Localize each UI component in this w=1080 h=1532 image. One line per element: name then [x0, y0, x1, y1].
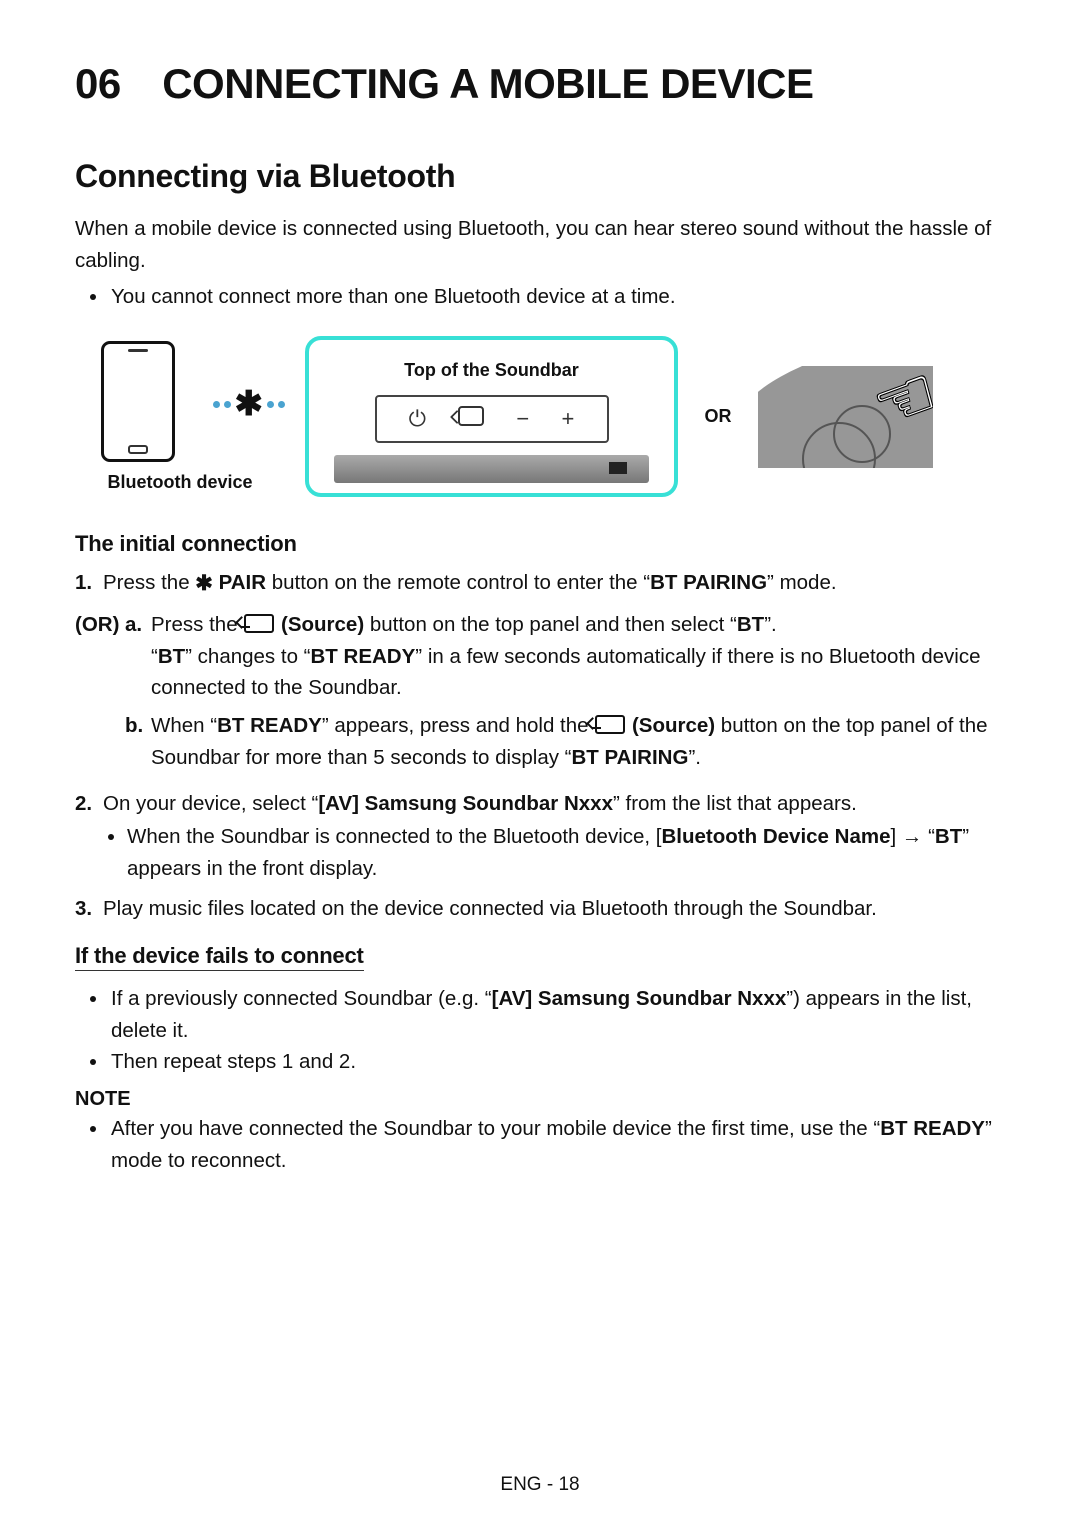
source-icon: [458, 406, 484, 432]
step-text: Press the ✱ PAIR button on the remote co…: [103, 567, 1005, 601]
bluetooth-device-label: Bluetooth device: [75, 472, 285, 493]
section-heading: Connecting via Bluetooth: [75, 158, 1005, 195]
list-letter: a.: [125, 609, 151, 704]
tap-gesture-diagram: ☜: [758, 366, 933, 468]
or-label: OR: [698, 406, 738, 427]
note-bullet: After you have connected the Soundbar to…: [109, 1113, 1005, 1177]
bluetooth-icon: ✱: [195, 572, 213, 595]
step-text: Play music files located on the device c…: [103, 893, 1005, 925]
soundbar-top-label: Top of the Soundbar: [319, 360, 664, 381]
bluetooth-icon: ✱: [235, 384, 264, 424]
source-icon: [244, 614, 274, 633]
list-number: 1.: [75, 567, 103, 601]
soundbar-controls: ⏻ − +: [375, 395, 609, 443]
step-text: When “BT READY” appears, press and hold …: [151, 710, 1005, 774]
source-icon: [595, 715, 625, 734]
subheading-initial: The initial connection: [75, 531, 1005, 557]
list-number: 3.: [75, 893, 103, 925]
intro-bullet: You cannot connect more than one Bluetoo…: [109, 281, 1005, 313]
page-footer: ENG - 18: [0, 1474, 1080, 1496]
soundbar-panel: Top of the Soundbar ⏻ − +: [305, 336, 678, 497]
intro-paragraph: When a mobile device is connected using …: [75, 213, 1005, 277]
step-text: On your device, select “[AV] Samsung Sou…: [103, 788, 1005, 885]
step-sub-bullet: When the Soundbar is connected to the Bl…: [127, 821, 1005, 885]
or-label: (OR): [75, 609, 125, 780]
volume-down-icon: −: [516, 406, 529, 432]
note-heading: NOTE: [75, 1088, 1005, 1111]
power-icon: ⏻: [409, 406, 426, 432]
fail-bullet: If a previously connected Soundbar (e.g.…: [109, 983, 1005, 1047]
subheading-fail: If the device fails to connect: [75, 943, 364, 971]
page-title: 06 CONNECTING A MOBILE DEVICE: [75, 60, 1005, 108]
step-text: Press the (Source) button on the top pan…: [151, 609, 1005, 704]
volume-up-icon: +: [561, 406, 574, 432]
diagram: ✱ Bluetooth device Top of the Soundbar ⏻…: [75, 336, 1005, 497]
soundbar-body-icon: [334, 455, 649, 483]
list-letter: b.: [125, 710, 151, 774]
fail-bullet: Then repeat steps 1 and 2.: [109, 1046, 1005, 1078]
bluetooth-stream-icon: ✱: [213, 384, 286, 424]
list-number: 2.: [75, 788, 103, 885]
phone-icon: [101, 341, 175, 462]
